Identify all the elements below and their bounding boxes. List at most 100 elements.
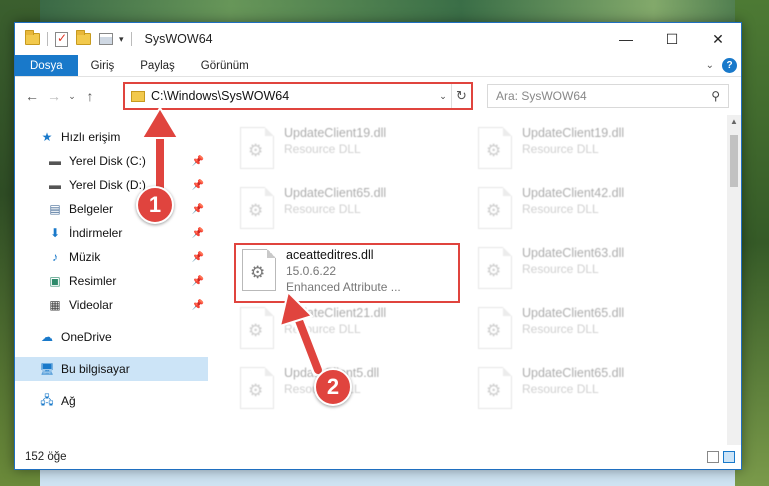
status-bar: 152 öğe xyxy=(15,445,741,469)
file-type: Resource DLL xyxy=(284,322,361,336)
nav-item-videos[interactable]: ▦ Videolar 📌 xyxy=(15,293,208,317)
window-controls: — ☐ ✕ xyxy=(603,23,741,55)
nav-item-music[interactable]: ♪ Müzik 📌 xyxy=(15,245,208,269)
nav-item-label: Hızlı erişim xyxy=(61,130,121,144)
nav-item-label: Videolar xyxy=(69,298,113,312)
file-name: UpdateClient21.dll xyxy=(284,306,387,320)
documents-icon: ▤ xyxy=(49,202,61,216)
nav-item-label: İndirmeler xyxy=(69,226,123,240)
nav-item-network[interactable]: 🖧 Ağ xyxy=(15,389,208,413)
nav-item-label: Belgeler xyxy=(69,202,114,216)
nav-item-onedrive[interactable]: ☁ OneDrive xyxy=(15,325,208,349)
gear-icon: ⚙ xyxy=(248,201,264,220)
navigation-pane: ★ Hızlı erişim ▬ Yerel Disk (C:) 📌 ▬ Yer… xyxy=(15,115,208,445)
desktop-wallpaper-top xyxy=(0,0,769,22)
forward-arrow-icon[interactable]: → xyxy=(43,88,65,104)
up-arrow-icon[interactable]: ↑ xyxy=(79,88,101,104)
expand-ribbon-chevron-icon[interactable]: ⌄ xyxy=(706,60,714,71)
dll-file-icon: ⚙ xyxy=(478,187,512,229)
file-tile[interactable]: ⚙ UpdateClient65.dll Resource DLL xyxy=(474,303,704,361)
new-folder-icon[interactable] xyxy=(76,30,91,45)
folder-icon xyxy=(131,90,145,102)
details-view-icon[interactable] xyxy=(707,451,719,463)
dll-file-icon: ⚙ xyxy=(240,367,274,409)
address-dropdown-icon[interactable]: ⌄ xyxy=(435,91,451,102)
download-icon: ⬇ xyxy=(49,226,61,240)
nav-item-documents[interactable]: ▤ Belgeler 📌 xyxy=(15,197,208,221)
scroll-up-arrow-icon[interactable]: ▲ xyxy=(730,117,738,126)
search-placeholder: Ara: SysWOW64 xyxy=(496,89,587,103)
video-icon: ▦ xyxy=(49,298,61,312)
gear-icon: ⚙ xyxy=(486,261,502,280)
back-arrow-icon[interactable]: ← xyxy=(21,88,43,104)
search-input[interactable]: Ara: SysWOW64 ⚲ xyxy=(487,84,729,108)
file-tile[interactable]: ⚙ UpdateClient63.dll Resource DLL xyxy=(474,243,704,301)
pin-icon: 📌 xyxy=(191,251,204,263)
file-type: Resource DLL xyxy=(284,142,361,156)
window-title: SysWOW64 xyxy=(144,32,213,46)
nav-item-pictures[interactable]: ▣ Resimler 📌 xyxy=(15,269,208,293)
close-button[interactable]: ✕ xyxy=(695,23,741,55)
folder-icon xyxy=(25,30,40,45)
pin-icon: 📌 xyxy=(191,155,204,167)
ribbon-tabs: Dosya Giriş Paylaş Görünüm ⌄ ? xyxy=(15,55,741,77)
file-tile[interactable]: ⚙ UpdateClient42.dll Resource DLL xyxy=(474,183,704,241)
pin-icon: 📌 xyxy=(191,179,204,191)
minimize-button[interactable]: — xyxy=(603,23,649,55)
nav-item-label: Yerel Disk (C:) xyxy=(69,154,146,168)
view-toggle xyxy=(707,451,735,463)
file-type: Resource DLL xyxy=(284,202,361,216)
gear-icon: ⚙ xyxy=(248,141,264,160)
tab-file[interactable]: Dosya xyxy=(15,55,78,76)
gear-icon: ⚙ xyxy=(248,321,264,340)
nav-item-label: Bu bilgisayar xyxy=(61,362,130,376)
nav-item-disk-c[interactable]: ▬ Yerel Disk (C:) 📌 xyxy=(15,149,208,173)
tab-home[interactable]: Giriş xyxy=(78,55,128,76)
file-tile[interactable]: ⚙ UpdateClient65.dll Resource DLL xyxy=(236,183,466,241)
network-icon: 🖧 xyxy=(40,392,54,407)
maximize-button[interactable]: ☐ xyxy=(649,23,695,55)
file-type: Resource DLL xyxy=(522,142,599,156)
pin-icon: 📌 xyxy=(191,299,204,311)
pin-icon: 📌 xyxy=(191,203,204,215)
recent-locations-dropdown-icon[interactable]: ⌄ xyxy=(65,91,79,102)
file-tile[interactable]: ⚙ UpdateClient19.dll Resource DLL xyxy=(474,123,704,181)
tiles-view-icon[interactable] xyxy=(723,451,735,463)
pictures-icon: ▣ xyxy=(49,274,61,288)
tab-share[interactable]: Paylaş xyxy=(127,55,188,76)
scroll-thumb[interactable] xyxy=(730,135,738,187)
quick-access-toolbar: ▾ xyxy=(15,30,135,47)
nav-item-disk-d[interactable]: ▬ Yerel Disk (D:) 📌 xyxy=(15,173,208,197)
music-icon: ♪ xyxy=(52,250,58,264)
gear-icon: ⚙ xyxy=(486,381,502,400)
customize-toolbar-dropdown-icon[interactable]: ▾ xyxy=(119,34,124,45)
file-name: UpdateClient65.dll xyxy=(522,366,625,380)
address-bar[interactable]: C:\Windows\SysWOW64 ⌄ ↻ xyxy=(123,82,473,110)
nav-item-downloads[interactable]: ⬇ İndirmeler 📌 xyxy=(15,221,208,245)
file-tile[interactable]: ⚙ UpdateClient21.dll Resource DLL xyxy=(236,303,466,361)
file-list: ⚙ UpdateClient19.dll Resource DLL ⚙ Updat… xyxy=(208,115,727,445)
file-name: UpdateClient65.dll xyxy=(284,186,387,200)
properties-icon[interactable] xyxy=(99,33,113,45)
file-tile[interactable]: ⚙ UpdateClient65.dll Resource DLL xyxy=(474,363,704,421)
dll-file-icon: ⚙ xyxy=(240,127,274,169)
dll-file-icon: ⚙ xyxy=(240,307,274,349)
help-icon[interactable]: ? xyxy=(722,58,737,73)
nav-item-label: Müzik xyxy=(69,250,101,264)
nav-item-this-pc[interactable]: 🖥 Bu bilgisayar xyxy=(15,357,208,381)
dll-file-icon: ⚙ xyxy=(240,187,274,229)
address-path[interactable]: C:\Windows\SysWOW64 xyxy=(151,89,435,103)
file-type: Resource DLL xyxy=(522,262,599,276)
file-tile[interactable]: ⚙ UpdateClient19.dll Resource DLL xyxy=(236,123,466,181)
tab-view[interactable]: Görünüm xyxy=(188,55,262,76)
properties-check-icon[interactable] xyxy=(55,31,68,47)
gear-icon: ⚙ xyxy=(248,381,264,400)
file-highlight-box xyxy=(234,243,460,303)
vertical-scrollbar[interactable]: ▲ xyxy=(727,115,741,445)
item-count: 152 öğe xyxy=(25,451,67,463)
refresh-icon[interactable]: ↻ xyxy=(451,84,471,108)
drive-icon: ▬ xyxy=(49,178,61,192)
nav-item-quick-access[interactable]: ★ Hızlı erişim xyxy=(15,125,208,149)
